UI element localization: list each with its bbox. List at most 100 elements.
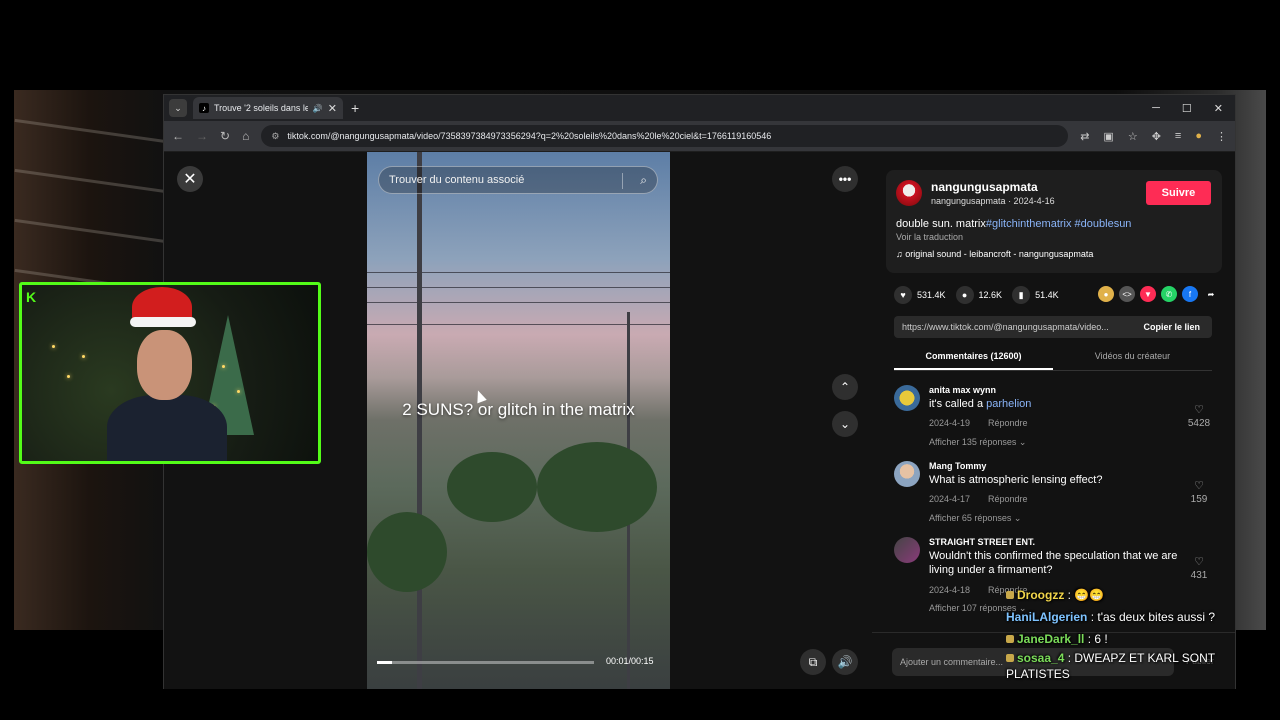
- send-icon[interactable]: ▼: [1140, 286, 1156, 302]
- close-tab-icon[interactable]: ✕: [328, 102, 337, 115]
- chat-username: JaneDark_ll: [1017, 632, 1085, 646]
- follow-button[interactable]: Suivre: [1146, 181, 1211, 205]
- tab-search-button[interactable]: ⌄: [169, 99, 187, 117]
- media-icon[interactable]: ≡: [1175, 130, 1181, 143]
- video-player[interactable]: Trouver du contenu associé ⌕ 2 SUNS? or …: [367, 152, 670, 689]
- chat-badge-icon: [1006, 654, 1014, 662]
- bookmark-star-icon[interactable]: ☆: [1128, 130, 1138, 143]
- install-icon[interactable]: ▣: [1103, 130, 1113, 143]
- tree: [447, 452, 537, 522]
- hashtag-links[interactable]: #glitchinthematrix #doublesun: [986, 218, 1132, 230]
- author-meta: nangungusapmata · 2024-4-16: [931, 196, 1055, 206]
- floating-player-icon[interactable]: ⧉: [800, 649, 826, 675]
- address-bar[interactable]: ⚙ tiktok.com/@nangungusapmata/video/7358…: [261, 125, 1069, 147]
- new-tab-button[interactable]: +: [351, 100, 359, 116]
- reply-button[interactable]: Répondre: [988, 418, 1028, 428]
- search-placeholder: Trouver du contenu associé: [389, 174, 525, 186]
- comment-text: it's called a parhelion: [929, 397, 1189, 411]
- volume-icon[interactable]: 🔊: [832, 649, 858, 675]
- close-video-button[interactable]: ✕: [177, 166, 203, 192]
- author-name[interactable]: nangungusapmata: [931, 180, 1038, 194]
- save-count: 51.4K: [1035, 290, 1059, 300]
- tab-creator-videos[interactable]: Vidéos du créateur: [1053, 345, 1212, 370]
- comment-text: What is atmospheric lensing effect?: [929, 474, 1103, 486]
- comment-author[interactable]: anita max wynn: [929, 385, 996, 395]
- tree: [537, 442, 657, 532]
- more-options-button[interactable]: •••: [832, 166, 858, 192]
- view-replies-button[interactable]: Afficher 65 réponses ⌄: [929, 513, 1021, 524]
- site-info-icon[interactable]: ⚙: [271, 131, 279, 142]
- reply-button[interactable]: Répondre: [988, 494, 1028, 504]
- avatar[interactable]: [894, 537, 920, 563]
- chat-badge-icon: [1006, 635, 1014, 643]
- stream-chat-overlay: Droogzz : 😁😁 HaniLAlgerien : t'as deux b…: [1006, 584, 1276, 682]
- close-window-icon[interactable]: ✕: [1214, 102, 1223, 115]
- fairy-light: [222, 365, 225, 368]
- avatar[interactable]: [894, 461, 920, 487]
- kick-logo-icon: K: [26, 289, 37, 305]
- avatar[interactable]: [896, 180, 922, 206]
- progress-bar[interactable]: [377, 661, 594, 664]
- comment-heart-icon[interactable]: ♡: [1184, 479, 1214, 492]
- chat-username: Droogzz: [1017, 588, 1065, 602]
- minimize-icon[interactable]: ─: [1152, 102, 1160, 115]
- translate-icon[interactable]: ⇄: [1080, 130, 1089, 143]
- chat-message: Droogzz : 😁😁: [1006, 584, 1276, 606]
- comment-count: 12.6K: [978, 290, 1003, 300]
- comment-stat[interactable]: ● 12.6K: [955, 286, 1003, 304]
- tab-comments[interactable]: Commentaires (12600): [894, 345, 1053, 370]
- back-icon[interactable]: ←: [172, 129, 184, 143]
- coin-icon[interactable]: ●: [1098, 286, 1114, 302]
- reload-icon[interactable]: ↻: [220, 129, 230, 143]
- fairy-light: [237, 390, 240, 393]
- comment-date: 2024-4-19: [929, 418, 971, 428]
- see-translation-link[interactable]: Voir la traduction: [896, 232, 963, 242]
- view-replies-label: Afficher 135 réponses: [929, 437, 1017, 447]
- extensions-icon[interactable]: ✥: [1152, 130, 1161, 143]
- power-line: [367, 324, 670, 325]
- whatsapp-icon[interactable]: ✆: [1161, 286, 1177, 302]
- chat-message: sosaa_4 : DWEAPZ ET KARL SONT PLATISTES: [1006, 651, 1215, 681]
- description-text: double sun. matrix: [896, 218, 986, 230]
- sound-link[interactable]: ♫ original sound - leibancroft - nangung…: [896, 249, 1093, 259]
- comment-author[interactable]: Mang Tommy: [929, 461, 986, 471]
- facebook-icon[interactable]: f: [1182, 286, 1198, 302]
- embed-icon[interactable]: <>: [1119, 286, 1135, 302]
- tab-title: Trouve '2 soleils dans le ciel: [214, 103, 308, 113]
- like-count: 531.4K: [917, 290, 946, 300]
- speaker-icon[interactable]: 🔊: [313, 104, 323, 113]
- avatar[interactable]: [894, 385, 920, 411]
- comment-search-link[interactable]: parhelion: [986, 398, 1031, 410]
- previous-video-button[interactable]: ⌃: [832, 374, 858, 400]
- view-replies-label: Afficher 65 réponses: [929, 513, 1012, 523]
- santa-hat-brim: [130, 317, 196, 327]
- profile-avatar-icon[interactable]: ●: [1195, 130, 1202, 143]
- view-replies-label: Afficher 107 réponses: [929, 603, 1017, 613]
- share-url: https://www.tiktok.com/@nangungusapmata/…: [902, 322, 1109, 332]
- view-replies-button[interactable]: Afficher 135 réponses ⌄: [929, 437, 1026, 448]
- menu-icon[interactable]: ⋮: [1216, 130, 1227, 143]
- save-stat[interactable]: ▮ 51.4K: [1012, 286, 1059, 304]
- home-icon[interactable]: ⌂: [242, 129, 249, 143]
- comment-like-count: 5428: [1187, 418, 1211, 429]
- blind-slat: [14, 118, 174, 145]
- comment-heart-icon[interactable]: ♡: [1184, 555, 1214, 568]
- copy-link-button[interactable]: Copier le lien: [1143, 322, 1200, 332]
- comment-icon: ●: [955, 286, 974, 304]
- window-controls: ─ ☐ ✕: [1152, 102, 1235, 115]
- comment-placeholder: Ajouter un commentaire...: [900, 657, 1004, 667]
- share-arrow-icon[interactable]: ➦: [1203, 286, 1219, 302]
- chat-text: 😁😁: [1074, 588, 1105, 602]
- maximize-icon[interactable]: ☐: [1182, 102, 1192, 115]
- forward-icon[interactable]: →: [196, 129, 208, 143]
- power-line: [367, 302, 670, 303]
- comment-heart-icon[interactable]: ♡: [1184, 403, 1214, 416]
- bookmark-icon: ▮: [1012, 286, 1031, 304]
- related-search-input[interactable]: Trouver du contenu associé ⌕: [378, 166, 658, 194]
- comment-author[interactable]: STRAIGHT STREET ENT.: [929, 537, 1035, 547]
- browser-tab[interactable]: ♪ Trouve '2 soleils dans le ciel 🔊 ✕: [193, 97, 343, 119]
- like-stat[interactable]: ♥ 531.4K: [894, 286, 946, 304]
- search-divider: [622, 173, 623, 189]
- search-icon[interactable]: ⌕: [640, 173, 647, 188]
- next-video-button[interactable]: ⌄: [832, 411, 858, 437]
